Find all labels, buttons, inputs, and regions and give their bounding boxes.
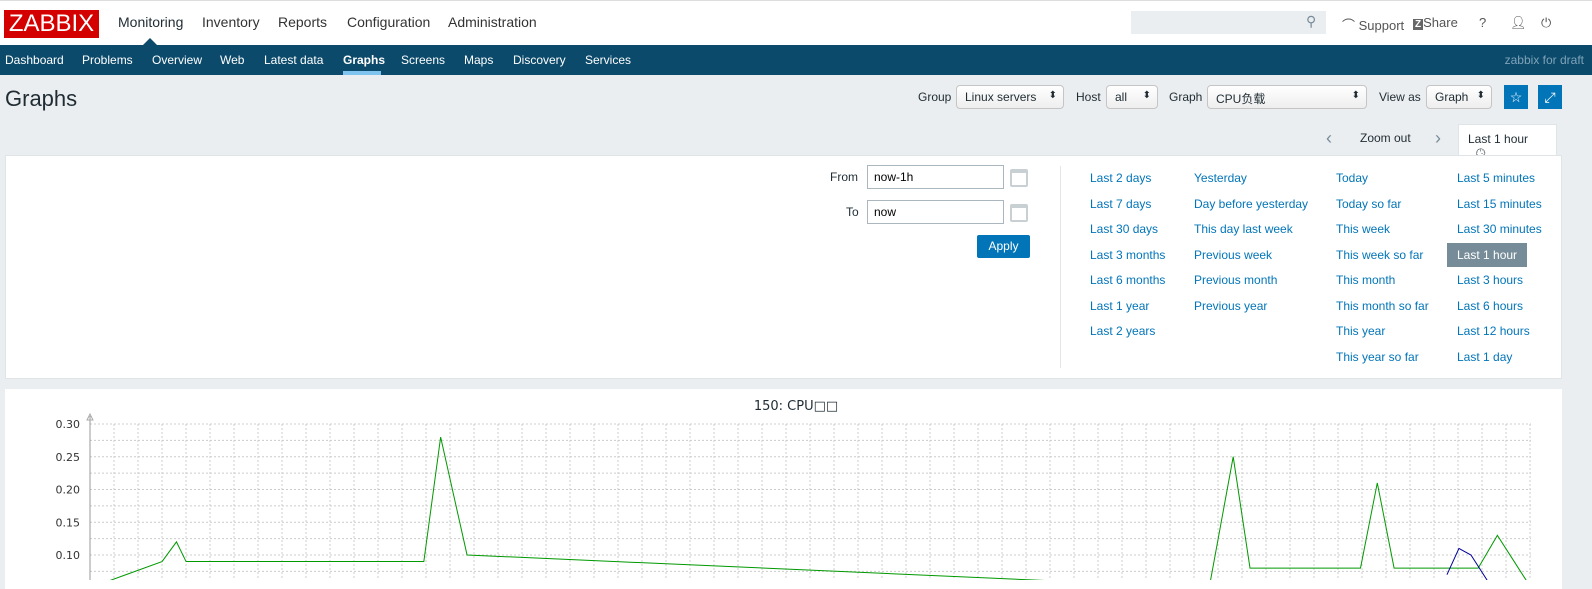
quick-range-link[interactable]: This month so far [1336,299,1429,313]
y-tick-label: 0.15 [56,516,81,529]
server-name: zabbix for draft [1504,53,1584,67]
quick-range-link[interactable]: Last 6 months [1090,273,1165,287]
quick-range-link[interactable]: Last 6 hours [1457,299,1523,313]
search-input[interactable] [1131,11,1326,34]
subnav-services[interactable]: Services [585,53,631,67]
quick-range-link[interactable]: Previous year [1194,299,1267,313]
nav-reports[interactable]: Reports [278,14,327,30]
quick-range-link[interactable]: Last 30 days [1090,222,1158,236]
quick-range-link[interactable]: Last 12 hours [1457,324,1530,338]
y-tick-label: 0.25 [56,451,81,464]
active-nav-caret [143,38,157,45]
calendar-icon[interactable] [1010,169,1028,187]
quick-range-link[interactable]: This day last week [1194,222,1293,236]
zabbix-logo[interactable]: ZABBIX [4,10,99,38]
from-label: From [830,170,858,184]
search-icon[interactable]: ⚲ [1306,13,1316,30]
quick-range-link[interactable]: Last 2 years [1090,324,1155,338]
quick-range-link[interactable]: Last 1 year [1090,299,1149,313]
group-label: Group [918,90,952,104]
quick-range-link[interactable]: Last 3 months [1090,248,1165,262]
quick-range-link[interactable]: Last 30 minutes [1457,222,1542,236]
quick-range-link[interactable]: This year so far [1336,350,1419,364]
quick-range-link[interactable]: Last 7 days [1090,197,1151,211]
subnav-maps[interactable]: Maps [464,53,493,67]
nav-inventory[interactable]: Inventory [202,14,260,30]
page-title: Graphs [5,86,78,111]
quick-range-link[interactable]: This month [1336,273,1395,287]
nav-configuration[interactable]: Configuration [347,14,430,30]
divider [1060,166,1061,368]
subnav-latest-data[interactable]: Latest data [264,53,323,67]
group-select[interactable]: Linux servers [956,85,1064,109]
quick-range-link[interactable]: This year [1336,324,1385,338]
quick-range-link[interactable]: Last 15 minutes [1457,197,1542,211]
subnav-overview[interactable]: Overview [152,53,202,67]
share-link[interactable]: Z Share [1413,15,1458,30]
host-label: Host [1076,90,1101,104]
share-icon: Z [1413,19,1424,30]
quick-range-link[interactable]: Yesterday [1194,171,1247,185]
fullscreen-icon[interactable]: ⤢ [1538,85,1562,109]
quick-range-link[interactable]: Last 5 minutes [1457,171,1535,185]
active-tab-indicator [343,71,381,75]
quick-range-link[interactable]: Last 2 days [1090,171,1151,185]
from-input[interactable] [867,165,1004,189]
quick-range-link[interactable]: This week [1336,222,1390,236]
time-filter-panel [5,155,1562,379]
host-select[interactable]: all [1106,85,1158,109]
headset-icon: ⌒ [1342,18,1359,33]
cpu-load-chart: 0.30 0.25 0.20 0.15 0.10 [56,412,1531,580]
nav-monitoring[interactable]: Monitoring [118,14,183,30]
quick-range-link[interactable]: Previous month [1194,273,1277,287]
subnav-problems[interactable]: Problems [82,53,133,67]
favorite-star-icon[interactable]: ☆ [1504,85,1528,109]
graph-select[interactable]: CPU负载 [1207,85,1367,109]
apply-button[interactable]: Apply [977,235,1030,258]
to-input[interactable] [867,200,1004,224]
user-profile-icon[interactable]: 👤︎ [1510,15,1527,31]
calendar-icon[interactable] [1010,204,1028,222]
to-label: To [846,205,859,219]
next-period-chevron-icon[interactable]: › [1435,128,1441,149]
quick-range-link[interactable]: Today so far [1336,197,1401,211]
nav-administration[interactable]: Administration [448,14,537,30]
support-link[interactable]: ⌒ Support [1342,15,1404,34]
quick-range-link[interactable]: Last 1 hour [1447,242,1528,267]
time-range-tab[interactable]: Last 1 hour 🕓︎ [1458,124,1557,160]
graph-label: Graph [1169,90,1203,104]
quick-range-link[interactable]: This week so far [1336,248,1423,262]
y-tick-label: 0.20 [56,484,81,497]
zoom-out-button[interactable]: Zoom out [1360,131,1411,145]
help-button[interactable]: ? [1479,15,1486,30]
quick-range-link[interactable]: Last 3 hours [1457,273,1523,287]
subnav-graphs[interactable]: Graphs [343,53,385,67]
view-as-label: View as [1379,90,1421,104]
y-tick-label: 0.30 [56,418,81,431]
y-tick-label: 0.10 [56,549,81,562]
quick-range-link[interactable]: Today [1336,171,1368,185]
quick-range-link[interactable]: Previous week [1194,248,1272,262]
quick-range-link[interactable]: Last 1 day [1457,350,1512,364]
subnav-web[interactable]: Web [220,53,244,67]
prev-period-chevron-icon[interactable]: ‹ [1326,128,1332,149]
sign-out-icon[interactable]: ⏻ [1541,15,1551,31]
subnav-dashboard[interactable]: Dashboard [5,53,64,67]
quick-range-link[interactable]: Day before yesterday [1194,197,1308,211]
view-as-select[interactable]: Graph [1426,85,1492,109]
subnav-discovery[interactable]: Discovery [513,53,566,67]
subnav-screens[interactable]: Screens [401,53,445,67]
